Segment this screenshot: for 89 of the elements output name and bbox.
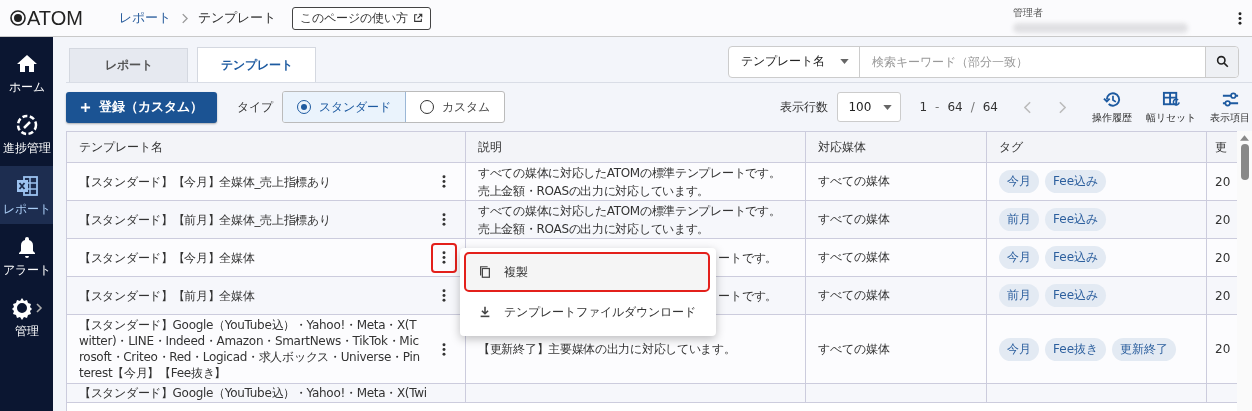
sidebar-item[interactable]: アラート (0, 227, 53, 285)
more-icon (442, 342, 446, 356)
scrollbar[interactable] (1237, 131, 1252, 411)
previous-icon[interactable] (1024, 100, 1031, 114)
tag: Fee込み (1045, 246, 1106, 269)
chevron-icon (180, 12, 188, 24)
rows-label: 表示行数 (780, 98, 829, 116)
description-text: すべての媒体に対応したATOMの標準テンプレートです。 (478, 202, 781, 220)
media-text: すべての媒体 (818, 249, 890, 266)
tab[interactable]: テンプレート (197, 47, 316, 82)
add-custom-button[interactable]: 登録（カスタム） (66, 91, 217, 123)
type-radio[interactable]: カスタム (406, 92, 504, 122)
media-text: すべての媒体 (818, 173, 890, 190)
description-text: 売上金額・ROASの出力に対応しています。 (478, 220, 710, 238)
plus-icon (80, 101, 91, 113)
description-text: すべての媒体に対応したATOMの標準テンプレートです。 (478, 164, 781, 182)
scrollbar-thumb[interactable] (1240, 144, 1249, 180)
description-text: 【更新終了】主要媒体の出力に対応しています。 (478, 341, 736, 358)
tag: 前月 (999, 208, 1039, 231)
gauge-icon (14, 112, 39, 137)
updated-date: 20 (1215, 174, 1231, 189)
caret-icon (883, 104, 893, 110)
updated-date: 20 (1215, 288, 1231, 303)
tag: Fee込み (1045, 170, 1106, 193)
range-separator: - (935, 100, 940, 114)
more-icon (442, 289, 446, 302)
more-button[interactable] (431, 242, 457, 273)
media-text: すべての媒体 (818, 340, 890, 358)
type-label: タイプ (237, 98, 273, 116)
breadcrumb-current: テンプレート (197, 9, 276, 27)
download-icon (478, 305, 492, 319)
column-header: 説明 (466, 132, 806, 162)
history-icon (1102, 89, 1122, 109)
column-header: 更 (1214, 138, 1228, 156)
tab[interactable]: レポート (69, 48, 188, 82)
media-text: すべての媒体 (818, 287, 890, 304)
spreadsheet-icon (14, 173, 39, 198)
sidebar-item[interactable]: ホーム (0, 44, 53, 102)
tag: 前月 (999, 284, 1039, 307)
more-icon (442, 251, 446, 264)
toolbar-action-button[interactable]: 操作履歴 (1092, 89, 1132, 125)
more-icon (442, 175, 446, 188)
toolbar-action-button[interactable]: 幅リセット (1146, 89, 1196, 125)
copy-icon (478, 265, 492, 279)
description-text: ートです。 (718, 287, 777, 305)
menu-item[interactable]: 複製 (464, 252, 710, 292)
breadcrumb-link[interactable]: レポート (118, 9, 171, 27)
toolbar-action-button[interactable]: 表示項目 (1210, 89, 1250, 125)
range-start: 1 (919, 100, 928, 114)
template-name[interactable]: 【スタンダード】【前月】全媒体 (79, 285, 255, 306)
sidebar-item[interactable]: レポート (0, 166, 53, 224)
external-link-icon (412, 13, 423, 23)
template-name[interactable]: 【スタンダード】【今月】全媒体_売上指標あり (79, 171, 331, 192)
tag: Fee込み (1045, 284, 1106, 307)
menu-item[interactable]: テンプレートファイルダウンロード (464, 292, 710, 332)
user-role: 管理者 (1013, 5, 1044, 20)
tag: 今月 (999, 246, 1039, 269)
description-text: ートです。 (718, 249, 777, 267)
more-icon[interactable] (1238, 11, 1242, 25)
help-button[interactable]: このページの使い方 (291, 6, 431, 30)
total-count: 64 (982, 100, 998, 114)
template-name[interactable]: 【スタンダード】【今月】全媒体 (79, 247, 255, 268)
tag: 更新終了 (1112, 337, 1176, 361)
scroll-up-icon[interactable] (1240, 135, 1249, 141)
type-radio[interactable]: スタンダード (283, 92, 406, 122)
logo-text: ATOM (27, 6, 83, 30)
column-header: タグ (987, 132, 1207, 162)
media-text: すべての媒体 (818, 211, 890, 228)
updated-date: 20 (1215, 250, 1231, 265)
tag: 今月 (999, 170, 1039, 193)
sidebar-item[interactable]: 進捗管理 (0, 105, 53, 163)
updated-date: 20 (1215, 212, 1231, 227)
template-name[interactable]: 【スタンダード】【前月】全媒体_売上指標あり (79, 209, 331, 230)
next-icon[interactable] (1059, 100, 1066, 114)
logo-icon (10, 10, 26, 26)
table-reset-icon (1161, 89, 1181, 109)
more-icon (442, 213, 446, 226)
template-name[interactable]: 【スタンダード】Google（YouTube込）・Yahoo!・Meta・X(Twitter)・LINE・Indeed・Amazon・SmartNews・TikTok・Microsoft・Criteo・Red・Logicad・求人ボックス・Universe・Pinterest【今月】【Fee抜き】 (79, 315, 423, 383)
tag: 今月 (999, 337, 1039, 361)
rows-select[interactable]: 100 (837, 92, 902, 122)
total-separator: / (970, 100, 975, 114)
updated-date: 20 (1215, 342, 1231, 356)
description-text: 売上金額・ROASの出力に対応しています。 (478, 182, 710, 200)
range-end: 64 (947, 100, 963, 114)
column-header: テンプレート名 (67, 132, 466, 162)
sidebar-item[interactable]: 管理 (0, 288, 53, 346)
tag: Fee抜き (1045, 337, 1106, 361)
tag: Fee込み (1045, 208, 1106, 231)
column-header: 対応媒体 (806, 132, 987, 162)
